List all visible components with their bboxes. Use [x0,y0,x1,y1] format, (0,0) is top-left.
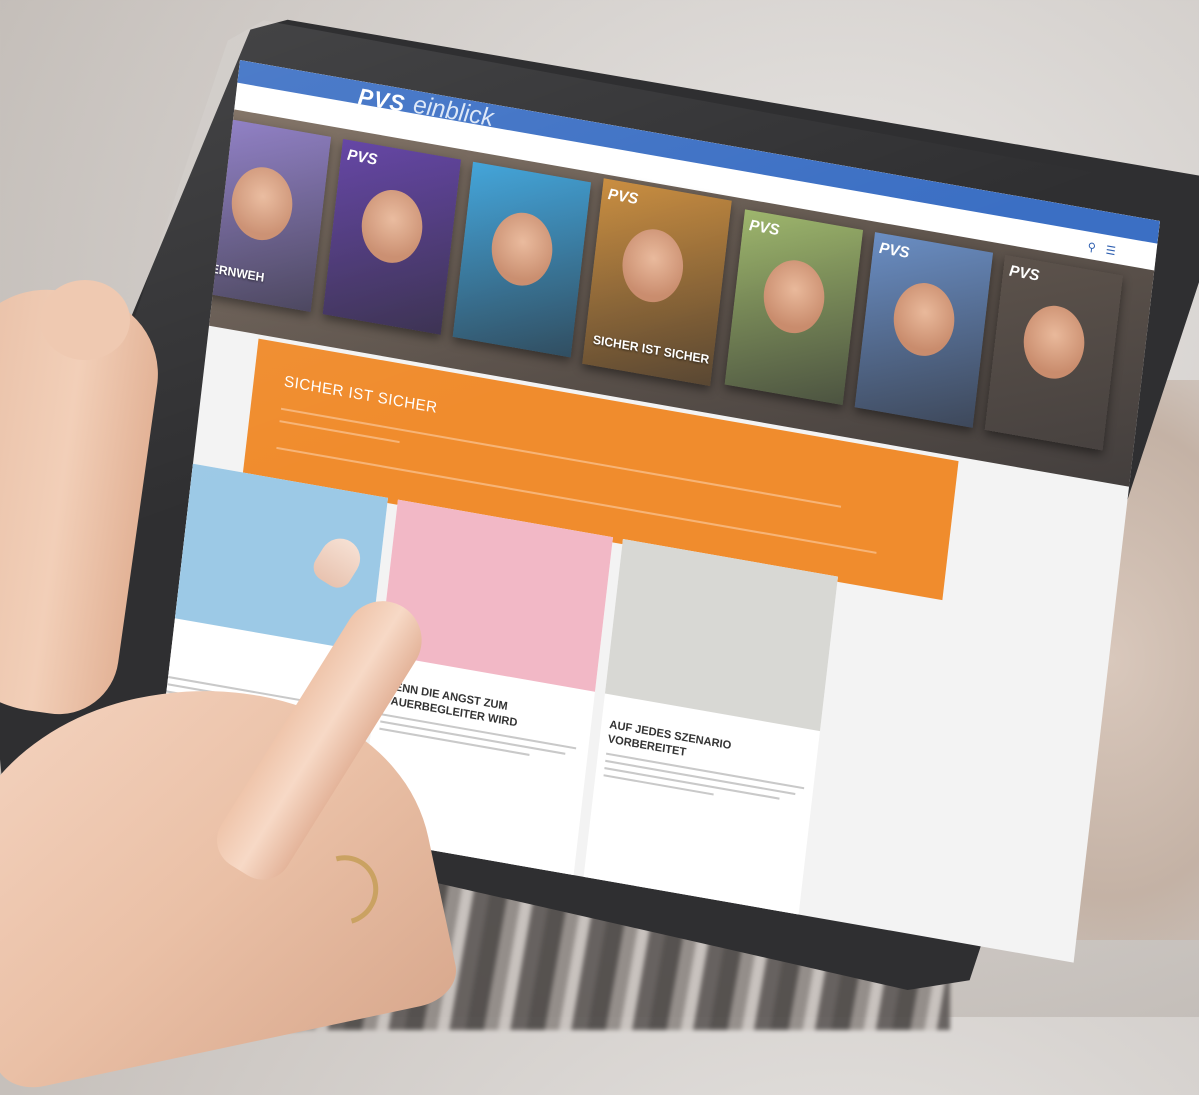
hero-text-line [279,420,400,444]
menu-icon[interactable]: ☰ [1105,243,1116,258]
hero-text-line [280,407,842,508]
left-thumb [40,280,130,360]
logo-brand[interactable]: PVS [357,83,407,118]
article-card[interactable]: AUF JEDES SZENARIO VORBEREITET [583,539,838,917]
header-icons: ⚲ ☰ [1087,240,1116,258]
search-icon[interactable]: ⚲ [1087,240,1097,255]
magazine-cover-active[interactable]: PVS SICHER IST SICHER [582,178,732,387]
magazine-cover[interactable]: PVS [985,255,1123,451]
magazine-cover[interactable]: PVS [322,138,462,335]
magazine-cover[interactable] [452,161,592,358]
magazine-cover[interactable]: PVS [854,232,994,428]
magazine-cover[interactable]: PVS [724,209,864,406]
hero-title: SICHER IST SICHER [283,372,439,418]
